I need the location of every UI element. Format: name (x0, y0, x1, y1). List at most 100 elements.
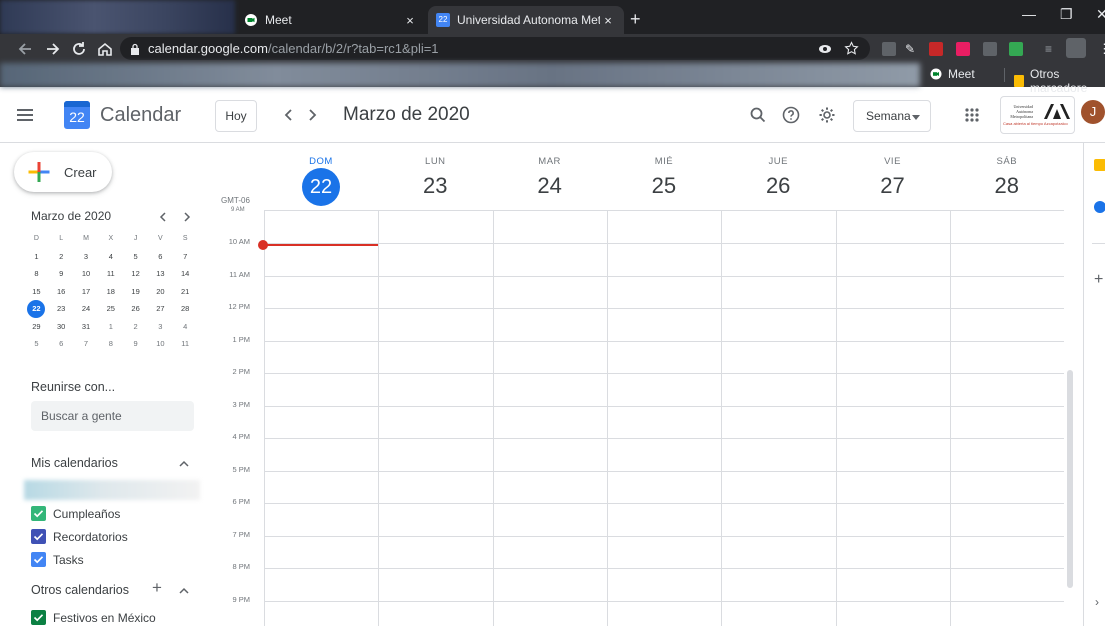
checkbox-checked-icon[interactable] (31, 552, 46, 567)
mini-day[interactable]: 14 (173, 265, 198, 283)
mini-day[interactable]: 4 (173, 318, 198, 336)
grid-scrollbar[interactable] (1067, 370, 1073, 588)
profile-icon[interactable] (1066, 38, 1086, 58)
mini-day[interactable]: 5 (123, 248, 148, 266)
tab-calendar[interactable]: 22 Universidad Autonoma Metropol × (428, 6, 624, 34)
mini-day[interactable]: 27 (148, 300, 173, 318)
apps-grid-icon[interactable] (962, 105, 982, 125)
day-date[interactable]: 28 (950, 173, 1064, 199)
mini-prev-month-icon[interactable] (158, 211, 168, 223)
address-bar[interactable]: calendar.google.com/calendar/b/2/r?tab=r… (120, 37, 870, 60)
mini-day[interactable]: 7 (74, 335, 99, 353)
mini-next-month-icon[interactable] (182, 211, 192, 223)
mini-day[interactable]: 11 (98, 265, 123, 283)
mini-day[interactable]: 19 (123, 283, 148, 301)
forward-icon[interactable] (44, 40, 62, 58)
mini-day[interactable]: 9 (123, 335, 148, 353)
mini-day[interactable]: 21 (173, 283, 198, 301)
browser-menu-icon[interactable]: ⋮ (1098, 42, 1105, 56)
mini-day[interactable]: 13 (148, 265, 173, 283)
chevron-left-icon[interactable] (282, 107, 296, 123)
tasks-icon[interactable] (1094, 201, 1105, 213)
checkbox-checked-icon[interactable] (31, 506, 46, 521)
reading-list-icon[interactable]: ≡ (1045, 42, 1059, 56)
today-button[interactable]: Hoy (215, 100, 257, 132)
pocket-extension-icon[interactable] (956, 42, 970, 56)
back-icon[interactable] (16, 40, 34, 58)
mini-day[interactable]: 26 (123, 300, 148, 318)
checkbox-checked-icon[interactable] (31, 529, 46, 544)
day-date[interactable]: 25 (607, 173, 721, 199)
add-calendar-icon[interactable]: + (152, 578, 162, 598)
calendar-item-tasks[interactable]: Tasks (31, 552, 84, 567)
create-button[interactable]: Crear (14, 152, 112, 192)
day-header[interactable]: MAR 24 (493, 156, 607, 199)
mini-day[interactable]: 8 (98, 335, 123, 353)
mini-day[interactable]: 29 (24, 318, 49, 336)
mini-day[interactable]: 18 (98, 283, 123, 301)
chevron-right-icon[interactable] (305, 107, 319, 123)
search-icon[interactable] (748, 105, 768, 125)
mini-day[interactable]: 1 (98, 318, 123, 336)
mini-day[interactable]: 15 (24, 283, 49, 301)
day-header[interactable]: SÁB 28 (950, 156, 1064, 199)
day-header[interactable]: DOM 22 (264, 156, 378, 206)
day-header[interactable]: MIÉ 25 (607, 156, 721, 199)
tab-close-icon[interactable]: × (600, 13, 616, 28)
organization-logo[interactable]: Universidad Autónoma Metropolitana Casa … (1000, 96, 1075, 134)
mini-day-selected[interactable]: 22 (24, 300, 49, 318)
day-header[interactable]: VIE 27 (836, 156, 950, 199)
home-icon[interactable] (96, 40, 114, 58)
star-icon[interactable] (844, 41, 859, 56)
view-select[interactable]: Semana (853, 100, 931, 132)
settings-gear-icon[interactable] (817, 105, 837, 125)
mini-day[interactable]: 24 (74, 300, 99, 318)
checkbox-checked-icon[interactable] (31, 610, 46, 625)
my-calendars-title[interactable]: Mis calendarios (31, 456, 118, 470)
day-date[interactable]: 27 (836, 173, 950, 199)
mini-day[interactable]: 10 (148, 335, 173, 353)
mini-day[interactable]: 17 (74, 283, 99, 301)
calendar-item-festivos[interactable]: Festivos en México (31, 610, 156, 625)
day-header[interactable]: JUE 26 (721, 156, 835, 199)
extension-icon[interactable] (882, 42, 896, 56)
mini-day[interactable]: 20 (148, 283, 173, 301)
minimize-icon[interactable]: — (1022, 6, 1036, 22)
mini-day[interactable]: 2 (49, 248, 74, 266)
search-people-input[interactable]: Buscar a gente (31, 401, 194, 431)
account-avatar[interactable]: J (1081, 100, 1105, 124)
keep-icon[interactable] (1094, 159, 1105, 171)
mini-day[interactable]: 3 (148, 318, 173, 336)
mini-day[interactable]: 16 (49, 283, 74, 301)
app-title[interactable]: Calendar (100, 104, 181, 127)
calendar-item-cumpleanos[interactable]: Cumpleaños (31, 506, 120, 521)
add-addon-icon[interactable]: + (1094, 271, 1103, 289)
mini-day[interactable]: 11 (173, 335, 198, 353)
mini-day[interactable]: 12 (123, 265, 148, 283)
mini-day[interactable]: 3 (74, 248, 99, 266)
day-date-today[interactable]: 22 (302, 168, 340, 206)
camera-extension-icon[interactable] (983, 42, 997, 56)
expand-panel-icon[interactable]: › (1095, 595, 1099, 609)
pen-extension-icon[interactable]: ✎ (905, 42, 919, 56)
mini-day[interactable]: 30 (49, 318, 74, 336)
mini-day[interactable]: 9 (49, 265, 74, 283)
mini-day[interactable]: 6 (49, 335, 74, 353)
mini-day[interactable]: 8 (24, 265, 49, 283)
day-date[interactable]: 24 (493, 173, 607, 199)
mini-day[interactable]: 1 (24, 248, 49, 266)
other-calendars-title[interactable]: Otros calendarios (31, 583, 129, 597)
week-grid[interactable] (264, 210, 1064, 626)
mini-day[interactable]: 23 (49, 300, 74, 318)
restore-icon[interactable]: ❐ (1060, 6, 1073, 23)
pdf-extension-icon[interactable] (929, 42, 943, 56)
tab-meet[interactable]: Meet × (236, 6, 426, 34)
calendar-item-recordatorios[interactable]: Recordatorios (31, 529, 128, 544)
mini-day[interactable]: 25 (98, 300, 123, 318)
mini-day[interactable]: 5 (24, 335, 49, 353)
reload-icon[interactable] (70, 40, 88, 58)
help-icon[interactable] (781, 105, 801, 125)
mini-day[interactable]: 7 (173, 248, 198, 266)
day-header[interactable]: LUN 23 (378, 156, 492, 199)
mini-day[interactable]: 2 (123, 318, 148, 336)
